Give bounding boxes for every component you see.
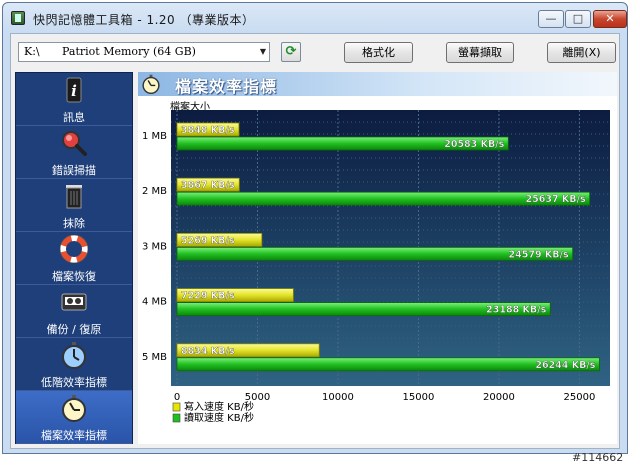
refresh-button[interactable]: ⟳ <box>281 42 301 62</box>
panel-header: 檔案效率指標 <box>138 72 617 96</box>
client-area: K:\ Patriot Memory (64 GB) ▼ ⟳ 格式化 螢幕擷取 離… <box>10 33 620 449</box>
stopwatch-icon <box>62 395 86 422</box>
x-tick-label: 10000 <box>322 392 354 403</box>
write-speed-label: 5269 KB/s <box>181 235 235 246</box>
sidebar: i 訊息 錯誤掃描 抹除 檔案恢復 備份 / 復原 低階效率指標 檔案效率指標 <box>15 72 133 444</box>
format-button[interactable]: 格式化 <box>344 42 413 63</box>
app-window: 快閃記憶體工具箱 - 1.20 （專業版本） — □ ✕ K:\ Patriot … <box>2 2 628 454</box>
read-speed-label: 24579 KB/s <box>509 249 569 260</box>
drive-name: Patriot Memory (64 GB) <box>62 45 196 58</box>
sidebar-item-label: 備份 / 復原 <box>46 323 102 336</box>
stopwatch-icon <box>142 74 160 94</box>
drive-letter: K:\ <box>24 45 40 58</box>
category-label: 3 MB <box>142 241 167 252</box>
drive-select[interactable]: K:\ Patriot Memory (64 GB) ▼ <box>18 42 270 62</box>
legend-swatch-read <box>172 413 181 423</box>
minimize-button[interactable]: — <box>538 10 564 28</box>
watermark-text: #114662 <box>572 451 624 464</box>
category-label: 5 MB <box>142 352 167 363</box>
app-icon <box>11 11 25 25</box>
category-label: 2 MB <box>142 186 167 197</box>
magnifier-icon <box>62 131 87 156</box>
sidebar-item-erase[interactable]: 抹除 <box>16 179 132 232</box>
svg-text:i: i <box>71 82 77 100</box>
x-tick-label: 15000 <box>403 392 435 403</box>
sidebar-item-file-benchmark[interactable]: 檔案效率指標 <box>16 391 132 444</box>
write-speed-label: 8834 KB/s <box>181 346 235 357</box>
write-speed-label: 7229 KB/s <box>181 291 235 302</box>
stopwatch-icon <box>62 342 86 369</box>
exit-button[interactable]: 離開(X) <box>547 42 616 63</box>
x-tick-label: 20000 <box>483 392 515 403</box>
refresh-icon: ⟳ <box>285 44 297 59</box>
sidebar-item-low-level-benchmark[interactable]: 低階效率指標 <box>16 338 132 391</box>
legend-label-read: 讀取速度 KB/秒 <box>184 411 254 424</box>
close-button[interactable]: ✕ <box>593 10 627 28</box>
tape-icon <box>61 293 87 311</box>
sidebar-item-label: 錯誤掃描 <box>52 164 96 177</box>
category-label: 4 MB <box>142 297 167 308</box>
sidebar-item-info[interactable]: i 訊息 <box>16 73 132 126</box>
legend-label-write: 寫入速度 KB/秒 <box>184 400 254 413</box>
write-speed-label: 3848 KB/s <box>181 125 235 136</box>
trash-icon <box>66 185 82 209</box>
sidebar-item-label: 檔案效率指標 <box>41 429 107 442</box>
info-icon: i <box>66 77 82 103</box>
x-tick-label: 0 <box>174 392 180 403</box>
sidebar-item-label: 低階效率指標 <box>41 376 107 389</box>
sidebar-item-file-recovery[interactable]: 檔案恢復 <box>16 232 132 285</box>
toolbar: K:\ Patriot Memory (64 GB) ▼ ⟳ 格式化 螢幕擷取 離… <box>11 34 619 70</box>
benchmark-chart: 0 5000 10000 15000 20000 250001 MB3848 KB/s20… <box>142 110 610 424</box>
sidebar-item-backup-restore[interactable]: 備份 / 復原 <box>16 285 132 338</box>
lifebuoy-icon <box>60 235 88 263</box>
read-speed-label: 26244 KB/s <box>535 360 595 371</box>
maximize-button[interactable]: □ <box>565 10 591 28</box>
x-tick-label: 25000 <box>564 392 596 403</box>
sidebar-item-label: 檔案恢復 <box>52 270 96 283</box>
read-speed-label: 25637 KB/s <box>526 194 586 205</box>
window-title: 快閃記憶體工具箱 - 1.20 （專業版本） <box>33 13 255 27</box>
read-speed-label: 23188 KB/s <box>486 305 546 316</box>
panel-title: 檔案效率指標 <box>175 77 278 96</box>
write-speed-label: 3867 KB/s <box>181 180 235 191</box>
category-label: 1 MB <box>142 131 167 142</box>
legend-swatch-write <box>172 402 181 412</box>
benchmark-panel: 檔案效率指標 檔案大小 0 5000 10000 15000 20000 250… <box>138 72 617 444</box>
screen-capture-button[interactable]: 螢幕擷取 <box>446 42 514 63</box>
sidebar-item-error-scan[interactable]: 錯誤掃描 <box>16 126 132 179</box>
sidebar-item-label: 訊息 <box>63 111 85 124</box>
read-speed-label: 20583 KB/s <box>444 139 504 150</box>
title-bar[interactable]: 快閃記憶體工具箱 - 1.20 （專業版本） — □ ✕ <box>3 3 627 33</box>
chevron-down-icon[interactable]: ▼ <box>260 43 266 61</box>
sidebar-item-label: 抹除 <box>63 217 85 230</box>
